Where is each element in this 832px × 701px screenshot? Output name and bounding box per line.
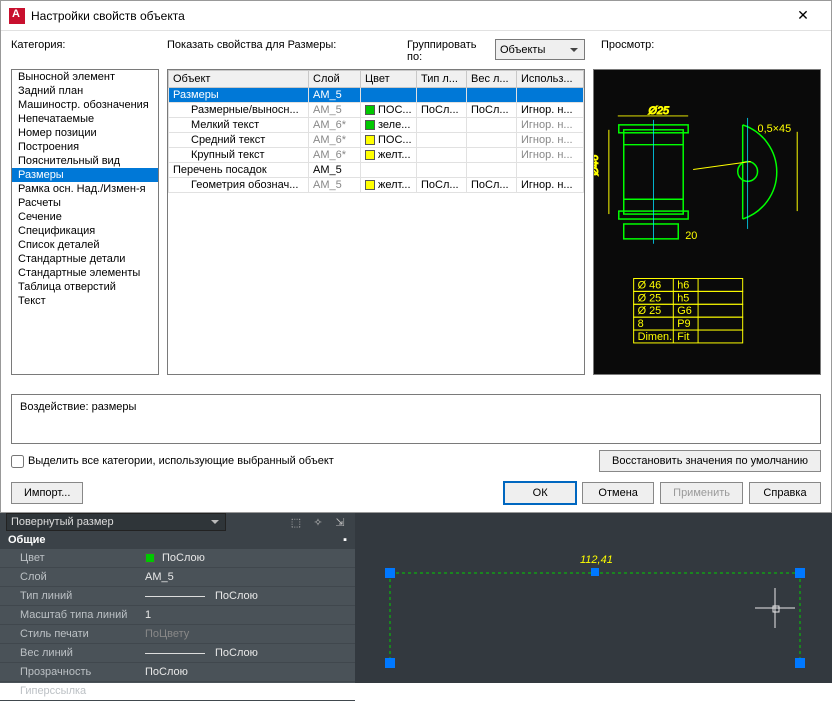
svg-text:Ø25: Ø25 xyxy=(648,105,671,117)
svg-text:G6: G6 xyxy=(677,305,692,317)
svg-text:Fit: Fit xyxy=(677,331,689,343)
table-row[interactable]: Перечень посадокAM_5 xyxy=(169,163,584,178)
pick-add-icon[interactable]: ✧ xyxy=(309,513,327,531)
highlight-all-label: Выделить все категории, использующие выб… xyxy=(28,455,334,467)
svg-text:Ø 25: Ø 25 xyxy=(638,305,662,317)
category-item[interactable]: Список деталей xyxy=(12,238,158,252)
collapse-icon[interactable]: ▪ xyxy=(343,534,347,546)
property-row[interactable]: Вес линийПоСлою xyxy=(0,644,355,663)
category-item[interactable]: Пояснительный вид xyxy=(12,154,158,168)
toggle-icon[interactable]: ⇲ xyxy=(331,513,349,531)
property-row[interactable]: СлойAM_5 xyxy=(0,568,355,587)
quick-select-icon[interactable]: ⬚ xyxy=(287,513,305,531)
category-item[interactable]: Номер позиции xyxy=(12,126,158,140)
svg-text:20: 20 xyxy=(685,230,697,242)
restore-defaults-button[interactable]: Восстановить значения по умолчанию xyxy=(599,450,821,472)
svg-text:Ø 25: Ø 25 xyxy=(638,292,662,304)
column-header[interactable]: Слой xyxy=(309,71,361,88)
group-general[interactable]: Общие ▪ xyxy=(0,531,355,549)
category-item[interactable]: Рамка осн. Над./Измен-я xyxy=(12,182,158,196)
table-row[interactable]: Мелкий текстAM_6*зеле...Игнор. н... xyxy=(169,118,584,133)
preview-label: Просмотр: xyxy=(601,39,654,51)
category-item[interactable]: Сечение xyxy=(12,210,158,224)
group-by-select[interactable]: Объекты xyxy=(495,39,585,60)
svg-text:h5: h5 xyxy=(677,292,689,304)
highlight-all-checkbox[interactable] xyxy=(11,455,24,468)
svg-text:8: 8 xyxy=(638,318,644,330)
category-label: Категория: xyxy=(11,39,65,51)
column-header[interactable]: Объект xyxy=(169,71,309,88)
svg-text:Ø 46: Ø 46 xyxy=(638,279,662,291)
column-header[interactable]: Цвет xyxy=(361,71,417,88)
cancel-button[interactable]: Отмена xyxy=(582,482,654,504)
category-item[interactable]: Стандартные детали xyxy=(12,252,158,266)
properties-table[interactable]: ОбъектСлойЦветТип л...Вес л...Использ...… xyxy=(167,69,585,375)
table-row[interactable]: Геометрия обознач...AM_5желт...ПоСл...По… xyxy=(169,178,584,193)
category-item[interactable]: Текст xyxy=(12,294,158,308)
category-item[interactable]: Размеры xyxy=(12,168,158,182)
property-row[interactable]: ЦветПоСлою xyxy=(0,549,355,568)
dialog-content: Категория: Показать свойства для Размеры… xyxy=(1,31,831,512)
category-list[interactable]: Выносной элементЗадний планМашиностр. об… xyxy=(11,69,159,375)
effect-box: Воздействие: размеры xyxy=(11,394,821,444)
dialog-title: Настройки свойств объекта xyxy=(31,9,783,23)
titlebar: Настройки свойств объекта ✕ xyxy=(1,1,831,31)
object-type-select[interactable]: Повернутый размер xyxy=(6,513,226,531)
svg-text:0,5×45: 0,5×45 xyxy=(758,123,792,135)
column-header[interactable]: Тип л... xyxy=(417,71,467,88)
dimension-text: 112,41 xyxy=(580,554,613,566)
apply-button[interactable]: Применить xyxy=(660,482,743,504)
close-button[interactable]: ✕ xyxy=(783,2,823,30)
category-item[interactable]: Расчеты xyxy=(12,196,158,210)
column-header[interactable]: Вес л... xyxy=(467,71,517,88)
table-row[interactable]: Средний текстAM_6*ПОС...Игнор. н... xyxy=(169,133,584,148)
workspace: Повернутый размер ⬚ ✧ ⇲ Общие ▪ ЦветПоСл… xyxy=(0,513,832,683)
category-item[interactable]: Выносной элемент xyxy=(12,70,158,84)
svg-text:h6: h6 xyxy=(677,279,689,291)
table-row[interactable]: Крупный текстAM_6*желт...Игнор. н... xyxy=(169,148,584,163)
ok-button[interactable]: ОК xyxy=(504,482,576,504)
effect-label: Воздействие: размеры xyxy=(20,401,136,413)
table-row[interactable]: Размерные/выносн...AM_5ПОС...ПоСл...ПоСл… xyxy=(169,103,584,118)
table-row[interactable]: РазмерыAM_5 xyxy=(169,88,584,103)
category-item[interactable]: Машиностр. обозначения xyxy=(12,98,158,112)
app-icon xyxy=(9,8,25,24)
svg-text:P9: P9 xyxy=(677,318,690,330)
property-row[interactable]: Стиль печатиПоЦвету xyxy=(0,625,355,644)
category-item[interactable]: Задний план xyxy=(12,84,158,98)
svg-text:Dimen.: Dimen. xyxy=(638,331,673,343)
category-item[interactable]: Стандартные элементы xyxy=(12,266,158,280)
drawing-canvas[interactable]: 112,41 xyxy=(355,513,832,683)
category-item[interactable]: Спецификация xyxy=(12,224,158,238)
object-property-settings-dialog: Настройки свойств объекта ✕ Категория: П… xyxy=(0,0,832,513)
category-item[interactable]: Непечатаемые xyxy=(12,112,158,126)
property-row[interactable]: ПрозрачностьПоСлою xyxy=(0,663,355,682)
svg-text:Ø46: Ø46 xyxy=(594,154,601,177)
category-item[interactable]: Построения xyxy=(12,140,158,154)
import-button[interactable]: Импорт... xyxy=(11,482,83,504)
category-item[interactable]: Таблица отверстий xyxy=(12,280,158,294)
show-props-label: Показать свойства для Размеры: xyxy=(167,39,336,51)
property-row[interactable]: Масштаб типа линий1 xyxy=(0,606,355,625)
properties-palette[interactable]: Повернутый размер ⬚ ✧ ⇲ Общие ▪ ЦветПоСл… xyxy=(0,513,355,683)
column-header[interactable]: Использ... xyxy=(517,71,584,88)
group-by-label: Группировать по: xyxy=(407,39,487,63)
preview-pane: Ø46 Ø25 0,5×45 20 Ø 46 h6 Ø 25 h5 Ø 25 G6 8 P9 D… xyxy=(593,69,821,375)
property-row[interactable]: Гиперссылка xyxy=(0,682,355,701)
help-button[interactable]: Справка xyxy=(749,482,821,504)
property-row[interactable]: Тип линийПоСлою xyxy=(0,587,355,606)
